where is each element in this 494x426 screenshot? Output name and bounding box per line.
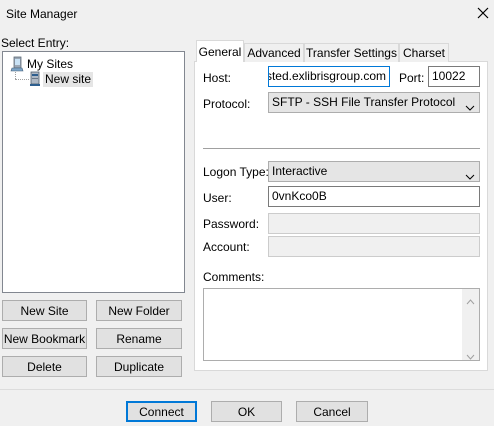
new-folder-button[interactable]: New Folder	[96, 300, 182, 321]
window-title: Site Manager	[6, 7, 78, 21]
site-folder-icon	[9, 56, 25, 72]
footer-divider	[0, 389, 494, 390]
new-bookmark-button[interactable]: New Bookmark	[2, 328, 87, 349]
chevron-down-icon	[465, 99, 475, 111]
password-label: Password:	[203, 217, 260, 231]
protocol-value: SFTP - SSH File Transfer Protocol	[272, 95, 456, 109]
cancel-button[interactable]: Cancel	[296, 401, 368, 422]
comments-scrollbar[interactable]	[462, 289, 479, 360]
comments-label: Comments:	[203, 270, 265, 284]
port-input[interactable]: 10022	[428, 66, 480, 87]
site-tree[interactable]: My Sites New site	[2, 51, 185, 293]
ok-button[interactable]: OK	[211, 401, 282, 422]
comments-textarea[interactable]	[203, 288, 480, 361]
tab-charset[interactable]: Charset	[399, 43, 449, 62]
duplicate-button[interactable]: Duplicate	[96, 356, 182, 377]
server-icon	[27, 71, 43, 87]
tree-item-label: My Sites	[27, 56, 74, 71]
select-entry-label: Select Entry:	[1, 36, 70, 50]
host-value: hosted.exlibrisgroup.com	[269, 69, 386, 83]
chevron-down-icon	[465, 168, 475, 180]
rename-button[interactable]: Rename	[96, 328, 182, 349]
password-input[interactable]	[268, 213, 480, 234]
host-label: Host:	[203, 71, 232, 85]
user-input[interactable]: 0vnKco0B	[268, 186, 480, 207]
tree-item-new-site[interactable]: New site	[27, 71, 94, 87]
account-input[interactable]	[268, 236, 480, 257]
connect-button[interactable]: Connect	[126, 401, 197, 422]
logon-type-value: Interactive	[272, 164, 328, 178]
scroll-down-icon[interactable]	[466, 349, 475, 360]
section-divider	[203, 148, 480, 149]
tab-general[interactable]: General	[196, 40, 244, 62]
scroll-up-icon[interactable]	[466, 294, 475, 305]
logon-type-select[interactable]: Interactive	[268, 161, 480, 182]
new-site-button[interactable]: New Site	[2, 300, 87, 321]
tree-item-label: New site	[43, 71, 94, 87]
tab-advanced[interactable]: Advanced	[244, 43, 304, 62]
close-icon[interactable]	[474, 4, 492, 22]
port-label: Port:	[399, 71, 425, 85]
delete-button[interactable]: Delete	[2, 356, 87, 377]
account-label: Account:	[203, 240, 250, 254]
tab-transfer-settings[interactable]: Transfer Settings	[304, 43, 399, 62]
logon-type-label: Logon Type:	[203, 165, 269, 179]
protocol-label: Protocol:	[203, 97, 251, 111]
host-input[interactable]: hosted.exlibrisgroup.com	[268, 66, 390, 87]
tree-item-my-sites[interactable]: My Sites	[9, 56, 75, 72]
protocol-select[interactable]: SFTP - SSH File Transfer Protocol	[268, 92, 480, 113]
user-label: User:	[203, 191, 232, 205]
